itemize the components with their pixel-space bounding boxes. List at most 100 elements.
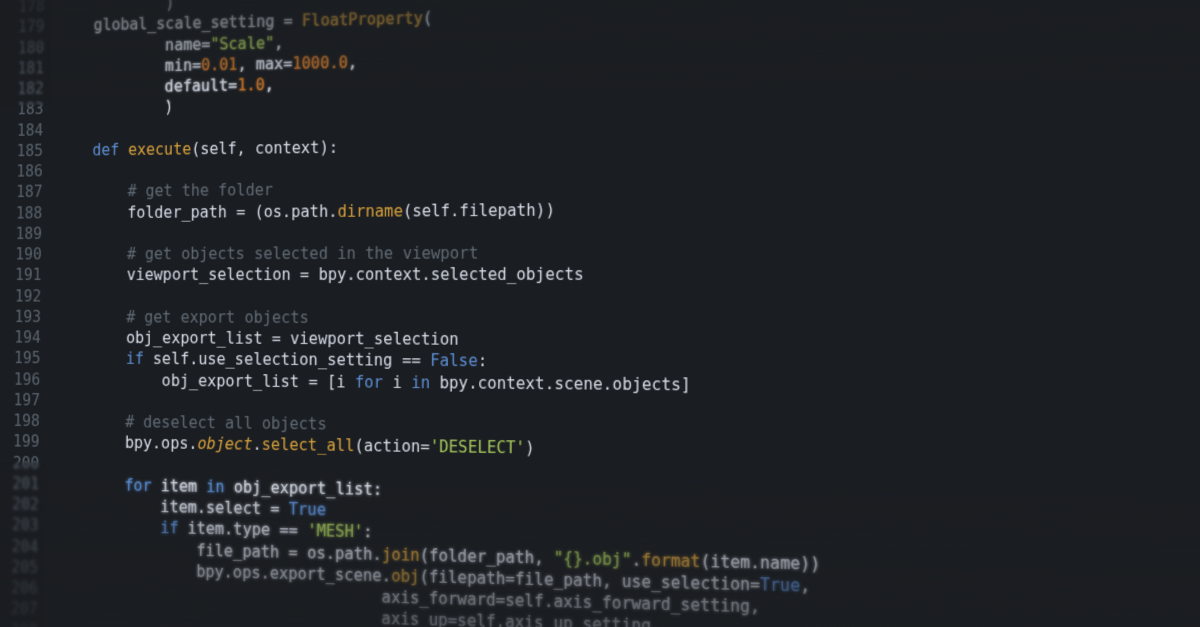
- code-token: dirname: [337, 201, 403, 220]
- line-number: 181: [1, 58, 44, 79]
- code-token: viewport_selection: [55, 265, 300, 284]
- code-token: min: [58, 56, 193, 77]
- code-token: format: [641, 550, 700, 571]
- code-token: bpy.context.scene.objects]: [440, 373, 691, 394]
- code-token: # get objects selected in the viewport: [127, 244, 478, 264]
- code-token: (: [423, 9, 433, 28]
- code-token: bpy.context.selected_objects: [318, 265, 583, 284]
- code-token: viewport_selection: [290, 329, 459, 349]
- code-token: True: [289, 500, 326, 520]
- line-number: 200: [0, 452, 39, 474]
- code-token: obj_export_list:: [234, 477, 383, 498]
- code-token: item.type: [187, 519, 279, 540]
- code-token: ,: [348, 53, 357, 72]
- code-token: "{}.obj": [554, 548, 632, 569]
- code-token: =: [236, 202, 254, 221]
- code-token: 'MESH': [307, 521, 363, 541]
- code-token: execute: [128, 140, 191, 159]
- line-number: 205: [0, 556, 38, 578]
- code-token: self.use_selection_setting: [153, 350, 402, 370]
- code-token: (self, context):: [191, 138, 338, 158]
- code-token: folder_path: [56, 202, 236, 222]
- code-token: select_all: [262, 435, 355, 455]
- code-token: os.path.: [307, 543, 382, 564]
- line-number: 199: [0, 431, 40, 452]
- code-token: 'DESELECT': [430, 437, 525, 458]
- line-number: 192: [0, 286, 41, 307]
- line-number: 201: [0, 473, 39, 495]
- code-token: =: [283, 54, 292, 73]
- code-token: ==: [402, 351, 430, 370]
- code-token: ,: [274, 33, 283, 52]
- code-token: 1.0: [237, 76, 265, 95]
- line-number: 179: [1, 16, 44, 38]
- code-token: # get export objects: [126, 308, 309, 327]
- code-token: if: [126, 350, 153, 369]
- code-token: bpy.ops.: [53, 433, 197, 454]
- code-token: def: [92, 140, 128, 159]
- line-number: 186: [0, 161, 43, 182]
- code-token: [52, 517, 160, 538]
- code-token: (folder_path,: [420, 545, 554, 567]
- code-token: name: [58, 35, 202, 56]
- line-number: 194: [0, 327, 41, 348]
- code-token: # deselect all objects: [125, 413, 327, 434]
- code-token: in: [206, 477, 234, 496]
- line-number: 206: [0, 577, 38, 599]
- code-token: ,: [237, 55, 255, 74]
- code-token: item: [161, 476, 207, 496]
- code-token: =: [192, 56, 201, 75]
- line-number: 185: [0, 140, 43, 161]
- code-line[interactable]: # get objects selected in the viewport: [55, 240, 1200, 265]
- code-area[interactable]: ) global_scale_setting = FloatProperty( …: [43, 0, 1200, 627]
- line-number: 196: [0, 369, 40, 390]
- code-token: =: [284, 12, 303, 31]
- line-number: 198: [0, 410, 40, 431]
- code-token: [55, 307, 127, 326]
- line-number: 180: [1, 37, 44, 58]
- code-token: ): [525, 439, 535, 458]
- code-token: item.select: [52, 496, 270, 519]
- line-number: 204: [0, 535, 38, 557]
- code-token: join: [382, 544, 420, 564]
- line-number: 178: [2, 0, 45, 17]
- code-token: ): [58, 0, 174, 15]
- code-token: object: [197, 435, 252, 455]
- code-token: [55, 245, 127, 264]
- code-token: =: [308, 372, 327, 391]
- code-token: in: [411, 373, 439, 392]
- code-token: for: [124, 476, 160, 495]
- code-token: ,: [265, 75, 274, 94]
- code-editor[interactable]: 1781791801811821831841851861871881891901…: [0, 0, 1200, 627]
- code-token: 0.01: [201, 55, 238, 74]
- code-token: :: [478, 352, 488, 371]
- line-number: 184: [0, 120, 43, 141]
- code-token: True: [760, 575, 800, 596]
- line-number: 191: [0, 265, 42, 286]
- line-number: 208: [0, 619, 37, 627]
- code-token: obj_export_list: [54, 328, 271, 348]
- code-token: False: [430, 351, 478, 370]
- line-number: 197: [0, 389, 40, 410]
- code-token: ,: [800, 576, 810, 596]
- code-token: max: [256, 54, 284, 73]
- code-token: .: [252, 435, 261, 454]
- code-line[interactable]: [55, 286, 1200, 309]
- line-number: 187: [0, 182, 43, 203]
- line-number: 207: [0, 598, 38, 620]
- line-number: 183: [0, 99, 43, 120]
- code-token: (self.filepath)): [403, 200, 555, 220]
- line-number: 202: [0, 494, 39, 516]
- line-number: 190: [0, 244, 42, 265]
- code-token: ==: [279, 521, 307, 541]
- code-token: i: [392, 372, 411, 391]
- line-number: 189: [0, 223, 42, 244]
- code-token: [57, 141, 93, 160]
- code-token: =: [270, 499, 289, 518]
- code-token: obj: [391, 566, 419, 586]
- code-line[interactable]: viewport_selection = bpy.context.selecte…: [55, 263, 1200, 286]
- code-token: [53, 412, 125, 431]
- code-token: (os.path.: [254, 202, 337, 221]
- code-token: :: [363, 523, 373, 542]
- code-token: (item.name)): [700, 551, 820, 573]
